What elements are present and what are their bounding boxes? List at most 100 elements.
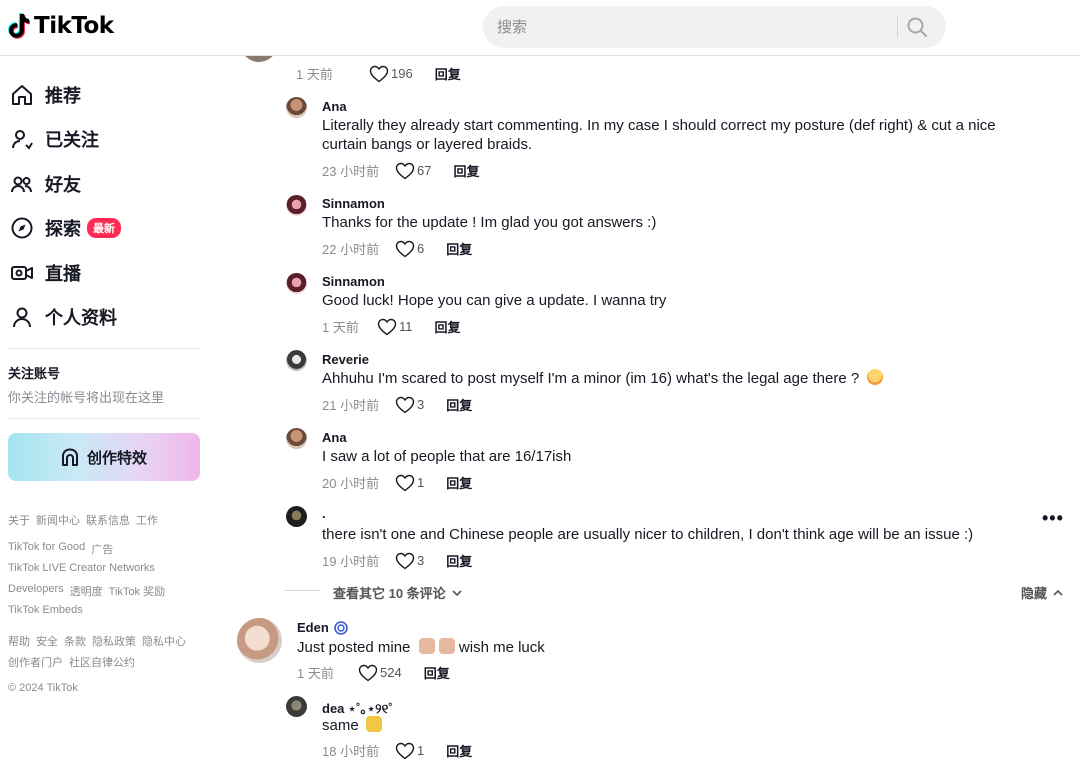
footer-link[interactable]: 关于 (8, 512, 30, 528)
like-button[interactable]: 3 (395, 552, 424, 570)
reply-button[interactable]: 回复 (446, 551, 472, 570)
comment-text: Just posted mine (297, 639, 411, 656)
like-button[interactable]: 3 (395, 396, 424, 414)
logo-text: TikTok (34, 13, 114, 39)
create-effects-button[interactable]: 创作特效 (8, 433, 200, 481)
like-button[interactable]: 524 (358, 664, 402, 682)
footer-link[interactable]: 联系信息 (86, 512, 130, 528)
explore-icon (11, 217, 33, 239)
footer-link[interactable]: TikTok for Good (8, 541, 85, 557)
comment-avatar[interactable] (286, 696, 307, 717)
comment-avatar[interactable] (286, 506, 307, 527)
comment-meta: 22 小时前 6 回复 (322, 239, 472, 258)
comment-text: there isn't one and Chinese people are u… (322, 526, 974, 543)
reply-button[interactable]: 回复 (453, 161, 479, 180)
nav-item-explore[interactable]: 探索 最新 (10, 213, 121, 243)
tiktok-logo[interactable]: TikTok (8, 12, 114, 40)
effects-icon (61, 448, 78, 466)
comment-avatar[interactable] (286, 273, 307, 294)
like-button[interactable]: 1 (395, 474, 424, 492)
like-count: 67 (417, 163, 432, 178)
nav-label: 个人资料 (45, 308, 117, 328)
scared-face-emoji-icon (867, 369, 884, 385)
comments-panel: 1 天前 196 回复 Ana Literally they already s… (216, 40, 1080, 763)
search-input[interactable] (497, 6, 887, 48)
comment-meta: 21 小时前 3 回复 (322, 395, 472, 414)
nav-item-friends[interactable]: 好友 (10, 169, 81, 199)
reply-button[interactable]: 回复 (424, 663, 450, 682)
like-button[interactable]: 11 (377, 318, 413, 336)
comment-text: I saw a lot of people that are 16/17ish (322, 448, 572, 465)
comment-avatar[interactable] (237, 618, 282, 663)
footer-link[interactable]: 透明度 (70, 583, 103, 599)
heart-icon (395, 552, 415, 569)
comment-username[interactable]: Reverie (322, 352, 369, 367)
footer-link[interactable]: 广告 (91, 541, 113, 557)
footer-link[interactable]: TikTok 奖励 (109, 583, 165, 599)
comment-username[interactable]: Ana (322, 99, 347, 114)
reply-button[interactable]: 回复 (446, 395, 472, 414)
reply-button[interactable]: 回复 (446, 239, 472, 258)
footer-link[interactable]: 隐私中心 (142, 633, 186, 649)
like-count: 3 (417, 397, 425, 412)
reply-button[interactable]: 回复 (446, 473, 472, 492)
comment-avatar[interactable] (286, 195, 307, 216)
comment-username-row[interactable]: Eden (297, 620, 348, 635)
live-icon (11, 266, 33, 280)
footer-link[interactable]: 隐私政策 (92, 633, 136, 649)
search-icon[interactable] (905, 15, 929, 39)
comment-time: 21 小时前 (322, 398, 380, 413)
heart-icon (395, 474, 415, 491)
comment-meta: 20 小时前 1 回复 (322, 473, 472, 492)
comment-username: Eden (297, 620, 329, 635)
reply-button[interactable]: 回复 (435, 317, 461, 336)
like-button[interactable]: 1 (395, 742, 424, 760)
hide-replies-button[interactable]: 隐藏 (1021, 583, 1065, 602)
comment-username[interactable]: . (322, 506, 326, 521)
comment-time: 19 小时前 (322, 554, 380, 569)
comment-text: Good luck! Hope you can give a update. I… (322, 292, 667, 309)
comment-avatar[interactable] (286, 428, 307, 449)
sidebar: 推荐 已关注 好友 探索 最新 直播 个人资料 关注账号 你关注的帐号将出现在这… (0, 56, 216, 763)
comment-username[interactable]: Ana (322, 430, 347, 445)
comment-username[interactable]: Sinnamon (322, 196, 385, 211)
footer-link[interactable]: 帮助 (8, 633, 30, 649)
comment-time: 22 小时前 (322, 242, 380, 257)
create-effects-label: 创作特效 (86, 449, 147, 467)
view-more-replies-button[interactable]: 查看其它 10 条评论 (333, 583, 464, 602)
heart-icon (395, 396, 415, 413)
comment-text: Ahhuhu I'm scared to post myself I'm a m… (322, 370, 860, 387)
profile-icon (13, 307, 31, 328)
like-count: 6 (417, 241, 425, 256)
nav-item-live[interactable]: 直播 (10, 258, 81, 288)
reply-button[interactable]: 回复 (446, 741, 472, 760)
footer-link[interactable]: 安全 (36, 633, 58, 649)
comment-avatar[interactable] (286, 350, 307, 371)
like-button[interactable]: 196 (369, 65, 413, 83)
reply-button[interactable]: 回复 (435, 64, 461, 83)
footer-row-6: 帮助 安全 条款 隐私政策 隐私中心 (8, 633, 208, 649)
footer-link[interactable]: 工作 (136, 512, 158, 528)
more-options-icon[interactable]: ••• (1042, 508, 1064, 529)
footer-link[interactable]: 社区自律公约 (69, 654, 135, 670)
nav-item-profile[interactable]: 个人资料 (10, 302, 117, 332)
like-button[interactable]: 67 (395, 162, 431, 180)
comment-avatar[interactable] (286, 97, 307, 118)
following-icon (12, 130, 33, 150)
footer-link[interactable]: 创作者门户 (8, 654, 63, 670)
footer-link[interactable]: 新闻中心 (36, 512, 80, 528)
like-button[interactable]: 6 (395, 240, 424, 258)
footer-link[interactable]: TikTok Embeds (8, 604, 83, 616)
comment-meta: 19 小时前 3 回复 (322, 551, 472, 570)
top-bar: TikTok (0, 0, 1080, 56)
footer-link[interactable]: Developers (8, 583, 64, 599)
nav-item-following[interactable]: 已关注 (10, 124, 99, 154)
comment-username[interactable]: Sinnamon (322, 274, 385, 289)
footer-link[interactable]: TikTok LIVE Creator Networks (8, 562, 155, 574)
heart-icon (395, 162, 415, 179)
heart-icon (369, 65, 389, 82)
comment-time: 18 小时前 (322, 744, 380, 759)
comment-username[interactable]: dea ⋆˚｡⋆୨୧˚ (322, 698, 393, 717)
footer-link[interactable]: 条款 (64, 633, 86, 649)
nav-item-for-you[interactable]: 推荐 (10, 80, 81, 110)
